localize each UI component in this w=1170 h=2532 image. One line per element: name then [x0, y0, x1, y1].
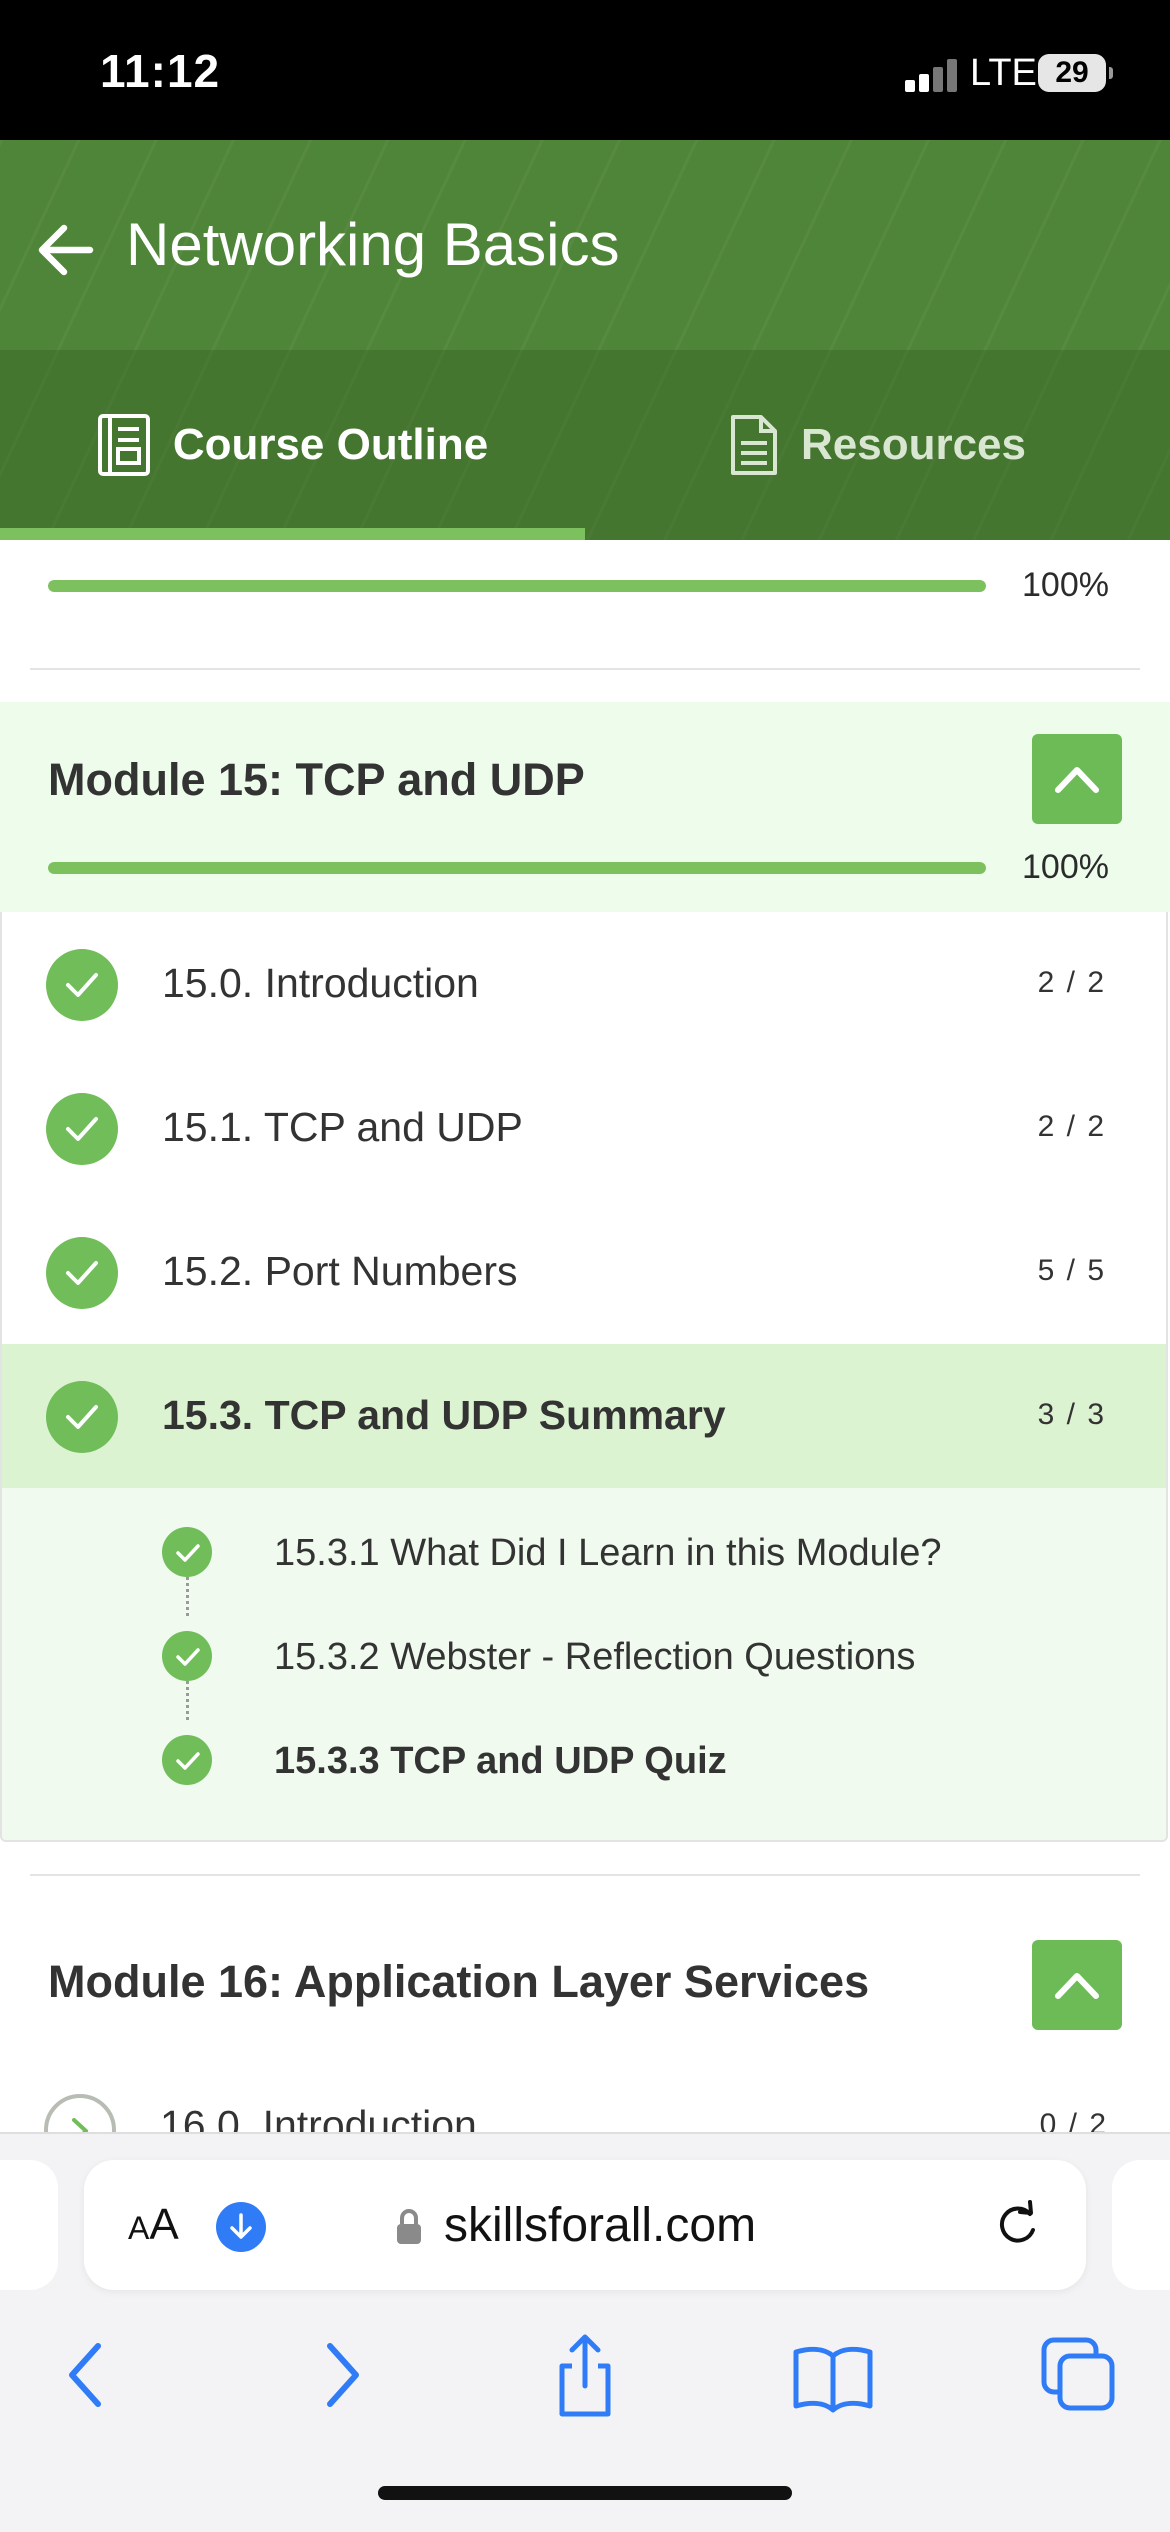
- tab-active-indicator: [0, 528, 585, 540]
- status-time: 11:12: [100, 45, 221, 97]
- network-label: LTE: [970, 52, 1037, 94]
- chevron-up-icon: [1055, 1973, 1099, 1999]
- sub-item-current[interactable]: 15.3.3 TCP and UDP Quiz: [2, 1720, 1166, 1800]
- lesson-count: 3 / 3: [1037, 1398, 1106, 1431]
- chevron-up-icon: [1055, 767, 1099, 793]
- module-15-progress: 100%: [48, 848, 1128, 888]
- module-15-header[interactable]: Module 15: TCP and UDP 100%: [0, 702, 1170, 912]
- back-arrow-icon[interactable]: [34, 220, 96, 280]
- sub-item-label: 15.3.1 What Did I Learn in this Module?: [274, 1532, 942, 1574]
- tab-course-outline-label: Course Outline: [172, 420, 489, 469]
- tabs-button[interactable]: [1036, 2330, 1126, 2420]
- chevron-left-icon: [69, 2343, 101, 2407]
- book-icon: [793, 2346, 873, 2413]
- lesson-label: 15.1. TCP and UDP: [162, 1104, 523, 1150]
- lock-icon: [394, 2208, 424, 2251]
- header-top: Networking Basics: [0, 140, 1170, 350]
- url-text: skillsforall.com: [444, 2199, 757, 2252]
- course-header: Networking Basics Course Outline Resourc…: [0, 140, 1170, 540]
- check-icon: [162, 1735, 212, 1785]
- module-divider: [30, 668, 1140, 670]
- reload-icon[interactable]: [992, 2200, 1042, 2255]
- progress-fill: [48, 580, 986, 592]
- progress-track: [48, 580, 986, 592]
- tab-bar: Course Outline Resources: [0, 350, 1170, 540]
- page-title: Networking Basics: [126, 211, 620, 278]
- tab-resources-label: Resources: [800, 420, 1026, 469]
- check-icon: [162, 1527, 212, 1577]
- lesson-row[interactable]: 15.0. Introduction 2 / 2: [2, 912, 1166, 1056]
- document-icon: [730, 415, 777, 475]
- check-icon: [46, 1237, 118, 1309]
- lesson-row[interactable]: 15.1. TCP and UDP 2 / 2: [2, 1056, 1166, 1200]
- signal-icon: [905, 58, 961, 92]
- forward-button[interactable]: [296, 2330, 386, 2420]
- address-bar[interactable]: AA skillsforall.com: [84, 2160, 1086, 2290]
- reader-options-button[interactable]: AA: [128, 2200, 179, 2250]
- progress-track: [48, 862, 986, 874]
- check-icon: [162, 1631, 212, 1681]
- module-16-title: Module 16: Application Layer Services: [48, 1956, 870, 2007]
- progress-fill: [48, 862, 986, 874]
- module-15-lessons: 15.0. Introduction 2 / 2 15.1. TCP and U…: [0, 912, 1168, 1842]
- share-button[interactable]: [540, 2330, 630, 2420]
- lesson-row[interactable]: 15.2. Port Numbers 5 / 5: [2, 1200, 1166, 1344]
- module-divider: [30, 1874, 1140, 1876]
- next-tab-preview[interactable]: [1112, 2160, 1170, 2290]
- tab-course-outline[interactable]: Course Outline: [0, 350, 585, 540]
- collapse-button[interactable]: [1032, 1940, 1122, 2030]
- lesson-count: 2 / 2: [1037, 966, 1106, 999]
- previous-tab-preview[interactable]: [0, 2160, 58, 2290]
- lesson-count: 5 / 5: [1037, 1254, 1106, 1287]
- lesson-label: 15.2. Port Numbers: [162, 1248, 518, 1294]
- status-bar: 11:12 LTE 29: [0, 0, 1170, 140]
- lesson-count: 2 / 2: [1037, 1110, 1106, 1143]
- sub-item[interactable]: 15.3.2 Webster - Reflection Questions: [2, 1616, 1166, 1696]
- module-15-title: Module 15: TCP and UDP: [48, 754, 585, 805]
- download-icon[interactable]: [216, 2202, 266, 2252]
- progress-percent: 100%: [1022, 566, 1109, 604]
- tabs-icon: [1041, 2337, 1115, 2411]
- home-indicator: [378, 2486, 792, 2500]
- chevron-right-icon: [327, 2343, 359, 2407]
- share-icon: [559, 2334, 611, 2417]
- sub-item-label: 15.3.2 Webster - Reflection Questions: [274, 1636, 916, 1678]
- check-icon: [46, 949, 118, 1021]
- back-button[interactable]: [42, 2330, 132, 2420]
- module-16-header[interactable]: Module 16: Application Layer Services: [0, 1920, 1170, 2050]
- course-outline-icon: [97, 414, 150, 476]
- check-icon: [46, 1093, 118, 1165]
- sub-item-list: 15.3.1 What Did I Learn in this Module? …: [2, 1488, 1166, 1840]
- browser-toolbar: AA skillsforall.com: [0, 2132, 1170, 2532]
- lesson-label: 15.0. Introduction: [162, 960, 479, 1006]
- lesson-label: 15.3. TCP and UDP Summary: [162, 1392, 726, 1438]
- previous-module-progress: 100%: [48, 566, 1128, 606]
- battery-icon: 29: [1038, 54, 1113, 92]
- check-icon: [46, 1381, 118, 1453]
- tab-resources[interactable]: Resources: [585, 350, 1170, 540]
- bookmarks-button[interactable]: [788, 2330, 878, 2420]
- sub-item[interactable]: 15.3.1 What Did I Learn in this Module?: [2, 1512, 1166, 1592]
- collapse-button[interactable]: [1032, 734, 1122, 824]
- lesson-row-active[interactable]: 15.3. TCP and UDP Summary 3 / 3: [2, 1344, 1166, 1488]
- progress-percent: 100%: [1022, 848, 1109, 886]
- sub-item-label: 15.3.3 TCP and UDP Quiz: [274, 1740, 727, 1782]
